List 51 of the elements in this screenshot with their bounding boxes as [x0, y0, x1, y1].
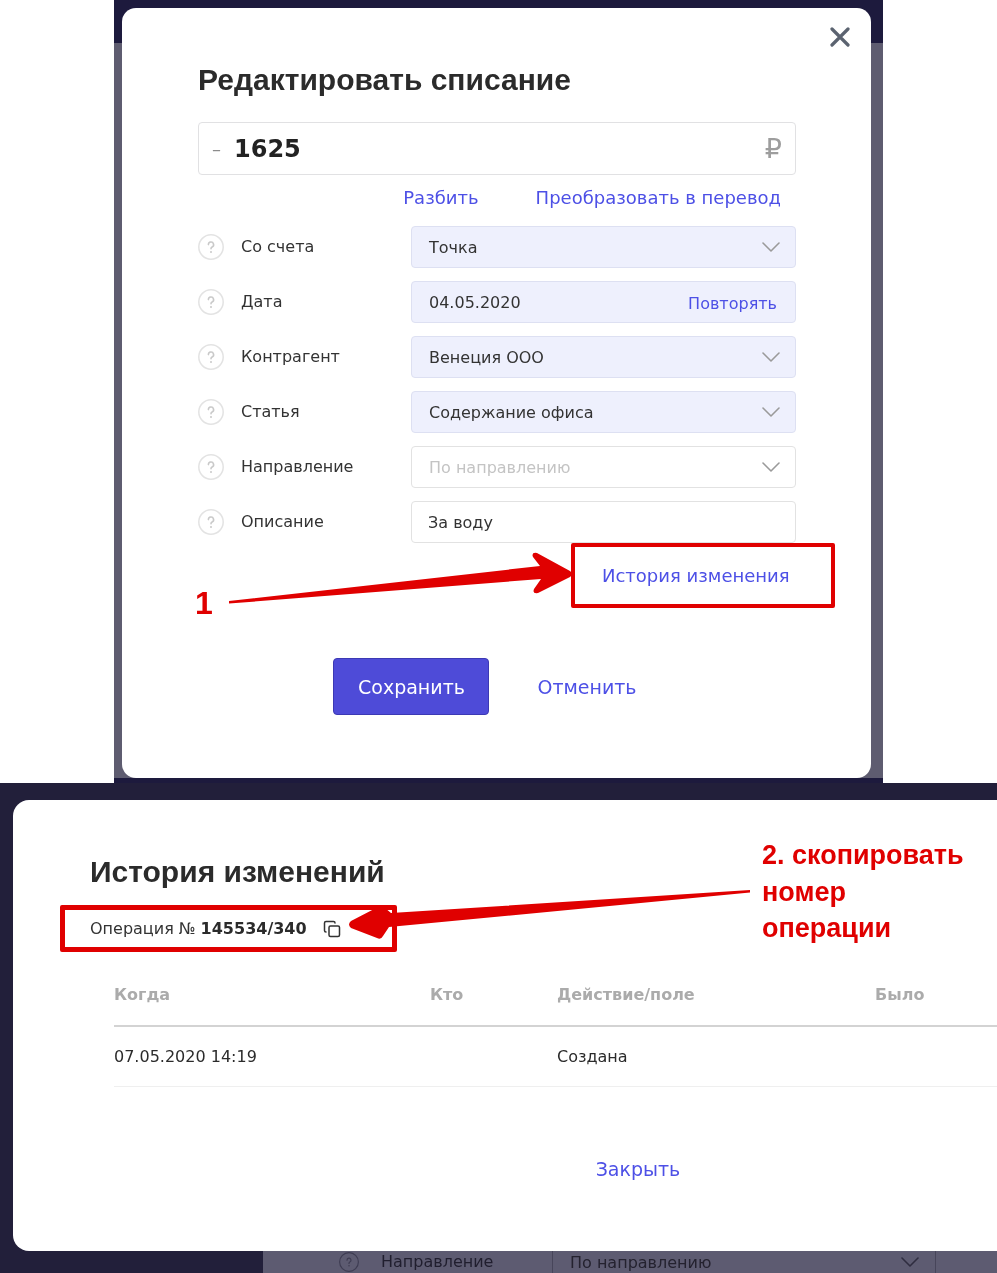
dropdown-field[interactable]: Содержание офиса: [411, 391, 796, 433]
copy-button[interactable]: [322, 919, 341, 938]
help-icon[interactable]: [198, 289, 224, 315]
dropdown-field: По направлению: [552, 1251, 936, 1273]
dropdown-field[interactable]: Венеция ООО: [411, 336, 796, 378]
field-label: Статья: [241, 402, 300, 422]
field-label: Контрагент: [241, 347, 340, 367]
history-link[interactable]: История изменения: [602, 563, 790, 588]
field-label: Направление: [381, 1252, 495, 1272]
field-label: Описание: [241, 512, 324, 532]
annotation-label: 1: [195, 587, 213, 619]
chevron-down-icon: [762, 242, 780, 252]
amount-value: 1625: [234, 133, 301, 164]
operation-number: Операция № 145534/340: [90, 917, 307, 940]
chevron-down-icon: [762, 407, 780, 417]
copy-icon: [322, 919, 341, 938]
text-field[interactable]: За воду: [411, 501, 796, 543]
field-label: Со счета: [241, 237, 315, 257]
help-icon[interactable]: [198, 509, 224, 535]
help-icon[interactable]: [198, 454, 224, 480]
currency-sign: ₽: [764, 132, 782, 165]
dialog-title: Редактировать списание: [198, 63, 571, 97]
save-button[interactable]: Сохранить: [333, 658, 490, 715]
amount-field[interactable]: – 1625 ₽: [198, 122, 796, 175]
dropdown-field[interactable]: Точка: [411, 226, 796, 268]
help-icon[interactable]: [198, 234, 224, 260]
close-link[interactable]: Закрыть: [595, 1157, 681, 1181]
close-icon: [830, 27, 850, 47]
field-label: Дата: [241, 292, 283, 312]
close-button[interactable]: [830, 27, 850, 47]
chevron-down-icon: [901, 1257, 919, 1267]
column-header: Было: [875, 985, 925, 1005]
minus-sign: –: [212, 136, 221, 161]
help-icon[interactable]: [198, 399, 224, 425]
repeat-link[interactable]: Повторять: [688, 291, 777, 313]
column-header: Когда: [114, 985, 171, 1005]
chevron-down-icon: [762, 352, 780, 362]
annotation-label: 2. скопировать номер операции: [762, 839, 965, 945]
dialog-title: История изменений: [90, 854, 385, 890]
action-link[interactable]: Преобразовать в перевод: [535, 186, 781, 210]
chevron-down-icon: [762, 462, 780, 472]
column-header: Действие/поле: [557, 985, 695, 1005]
table-cell: 07.05.2020 14:19: [114, 1046, 257, 1067]
table-cell: Создана: [557, 1046, 628, 1067]
column-header: Кто: [430, 985, 464, 1005]
help-icon: [339, 1252, 359, 1272]
help-icon[interactable]: [198, 344, 224, 370]
field-label: Направление: [241, 457, 354, 477]
date-field[interactable]: 04.05.2020 Повторять: [411, 281, 796, 323]
action-link[interactable]: Разбить: [403, 186, 479, 210]
cancel-link[interactable]: Отменить: [537, 674, 637, 699]
